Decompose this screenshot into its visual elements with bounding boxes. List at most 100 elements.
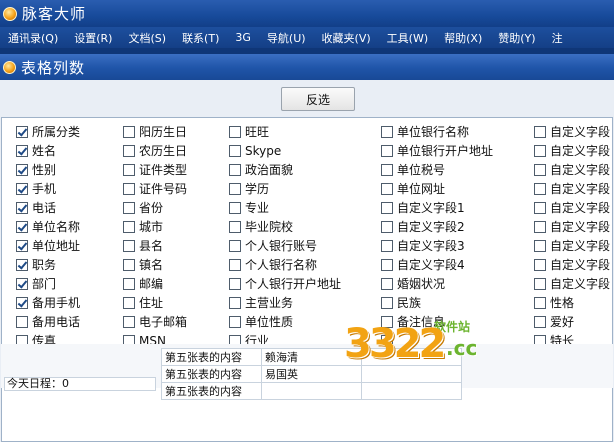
- checkbox-unchecked[interactable]: [381, 201, 393, 214]
- column-option[interactable]: 个人银行账号: [229, 236, 341, 255]
- checkbox-unchecked[interactable]: [381, 296, 393, 309]
- checkbox-checked[interactable]: [16, 125, 28, 138]
- column-option[interactable]: 单位税号: [381, 160, 493, 179]
- column-option[interactable]: 住址: [123, 293, 187, 312]
- column-option[interactable]: 备用电话: [16, 312, 80, 331]
- invert-selection-button[interactable]: 反选: [281, 87, 355, 111]
- checkbox-unchecked[interactable]: [381, 125, 393, 138]
- checkbox-unchecked[interactable]: [229, 182, 241, 195]
- checkbox-unchecked[interactable]: [123, 315, 135, 328]
- column-option[interactable]: 所属分类: [16, 122, 80, 141]
- column-option[interactable]: 爱好: [534, 312, 610, 331]
- checkbox-unchecked[interactable]: [229, 239, 241, 252]
- checkbox-unchecked[interactable]: [534, 296, 546, 309]
- checkbox-checked[interactable]: [16, 182, 28, 195]
- column-option[interactable]: 自定义字段: [534, 122, 610, 141]
- checkbox-unchecked[interactable]: [123, 258, 135, 271]
- column-option[interactable]: 单位性质: [229, 312, 341, 331]
- checkbox-unchecked[interactable]: [534, 220, 546, 233]
- checkbox-checked[interactable]: [16, 296, 28, 309]
- menu-item[interactable]: 赞助(Y): [490, 30, 543, 46]
- column-option[interactable]: 自定义字段1: [381, 198, 493, 217]
- checkbox-unchecked[interactable]: [123, 182, 135, 195]
- column-option[interactable]: 政治面貌: [229, 160, 341, 179]
- checkbox-unchecked[interactable]: [123, 163, 135, 176]
- checkbox-unchecked[interactable]: [229, 201, 241, 214]
- column-option[interactable]: 个人银行名称: [229, 255, 341, 274]
- checkbox-unchecked[interactable]: [381, 258, 393, 271]
- menu-item[interactable]: 工具(W): [379, 30, 436, 46]
- column-option[interactable]: 性格: [534, 293, 610, 312]
- checkbox-unchecked[interactable]: [534, 277, 546, 290]
- column-option[interactable]: Skype: [229, 141, 341, 160]
- column-option[interactable]: 民族: [381, 293, 493, 312]
- column-option[interactable]: 自定义字段: [534, 236, 610, 255]
- column-option[interactable]: 县名: [123, 236, 187, 255]
- checkbox-unchecked[interactable]: [123, 125, 135, 138]
- column-option[interactable]: 学历: [229, 179, 341, 198]
- checkbox-unchecked[interactable]: [123, 201, 135, 214]
- column-option[interactable]: 手机: [16, 179, 80, 198]
- column-option[interactable]: 单位名称: [16, 217, 80, 236]
- column-option[interactable]: 城市: [123, 217, 187, 236]
- column-option[interactable]: 备用手机: [16, 293, 80, 312]
- checkbox-unchecked[interactable]: [229, 296, 241, 309]
- checkbox-unchecked[interactable]: [381, 163, 393, 176]
- checkbox-unchecked[interactable]: [229, 220, 241, 233]
- menu-item[interactable]: 联系(T): [174, 30, 227, 46]
- checkbox-unchecked[interactable]: [534, 239, 546, 252]
- checkbox-unchecked[interactable]: [381, 144, 393, 157]
- menu-item[interactable]: 帮助(X): [436, 30, 490, 46]
- column-option[interactable]: 个人银行开户地址: [229, 274, 341, 293]
- column-option[interactable]: 自定义字段: [534, 217, 610, 236]
- column-option[interactable]: 农历生日: [123, 141, 187, 160]
- table-row[interactable]: 第五张表的内容: [161, 382, 462, 400]
- checkbox-unchecked[interactable]: [229, 125, 241, 138]
- column-option[interactable]: 邮编: [123, 274, 187, 293]
- menu-item[interactable]: 文档(S): [120, 30, 174, 46]
- column-option[interactable]: 姓名: [16, 141, 80, 160]
- checkbox-unchecked[interactable]: [229, 277, 241, 290]
- checkbox-unchecked[interactable]: [381, 277, 393, 290]
- column-option[interactable]: 部门: [16, 274, 80, 293]
- column-option[interactable]: 自定义字段: [534, 179, 610, 198]
- column-option[interactable]: 主营业务: [229, 293, 341, 312]
- column-option[interactable]: 职务: [16, 255, 80, 274]
- checkbox-unchecked[interactable]: [534, 258, 546, 271]
- menu-item[interactable]: 通讯录(Q): [0, 30, 66, 46]
- checkbox-unchecked[interactable]: [534, 144, 546, 157]
- column-option[interactable]: 自定义字段: [534, 198, 610, 217]
- column-option[interactable]: 自定义字段2: [381, 217, 493, 236]
- checkbox-unchecked[interactable]: [534, 125, 546, 138]
- checkbox-unchecked[interactable]: [381, 182, 393, 195]
- column-option[interactable]: 专业: [229, 198, 341, 217]
- column-option[interactable]: 单位银行开户地址: [381, 141, 493, 160]
- checkbox-unchecked[interactable]: [123, 277, 135, 290]
- checkbox-unchecked[interactable]: [381, 220, 393, 233]
- menu-item[interactable]: 收藏夹(V): [314, 30, 379, 46]
- column-option[interactable]: 单位银行名称: [381, 122, 493, 141]
- checkbox-unchecked[interactable]: [534, 163, 546, 176]
- column-option[interactable]: 单位网址: [381, 179, 493, 198]
- checkbox-checked[interactable]: [16, 220, 28, 233]
- menu-item[interactable]: 设置(R): [66, 30, 120, 46]
- checkbox-unchecked[interactable]: [123, 144, 135, 157]
- menu-item[interactable]: 导航(U): [259, 30, 314, 46]
- menu-item[interactable]: 3G: [227, 31, 259, 44]
- checkbox-checked[interactable]: [16, 201, 28, 214]
- column-option[interactable]: 旺旺: [229, 122, 341, 141]
- checkbox-unchecked[interactable]: [16, 315, 28, 328]
- column-option[interactable]: 单位地址: [16, 236, 80, 255]
- checkbox-unchecked[interactable]: [229, 315, 241, 328]
- menu-item[interactable]: 注: [544, 30, 571, 46]
- checkbox-unchecked[interactable]: [229, 258, 241, 271]
- checkbox-checked[interactable]: [16, 163, 28, 176]
- column-option[interactable]: 自定义字段3: [381, 236, 493, 255]
- checkbox-checked[interactable]: [16, 144, 28, 157]
- column-option[interactable]: 性别: [16, 160, 80, 179]
- checkbox-unchecked[interactable]: [229, 163, 241, 176]
- checkbox-unchecked[interactable]: [381, 239, 393, 252]
- checkbox-unchecked[interactable]: [123, 239, 135, 252]
- column-option[interactable]: 自定义字段: [534, 160, 610, 179]
- column-option[interactable]: 自定义字段4: [381, 255, 493, 274]
